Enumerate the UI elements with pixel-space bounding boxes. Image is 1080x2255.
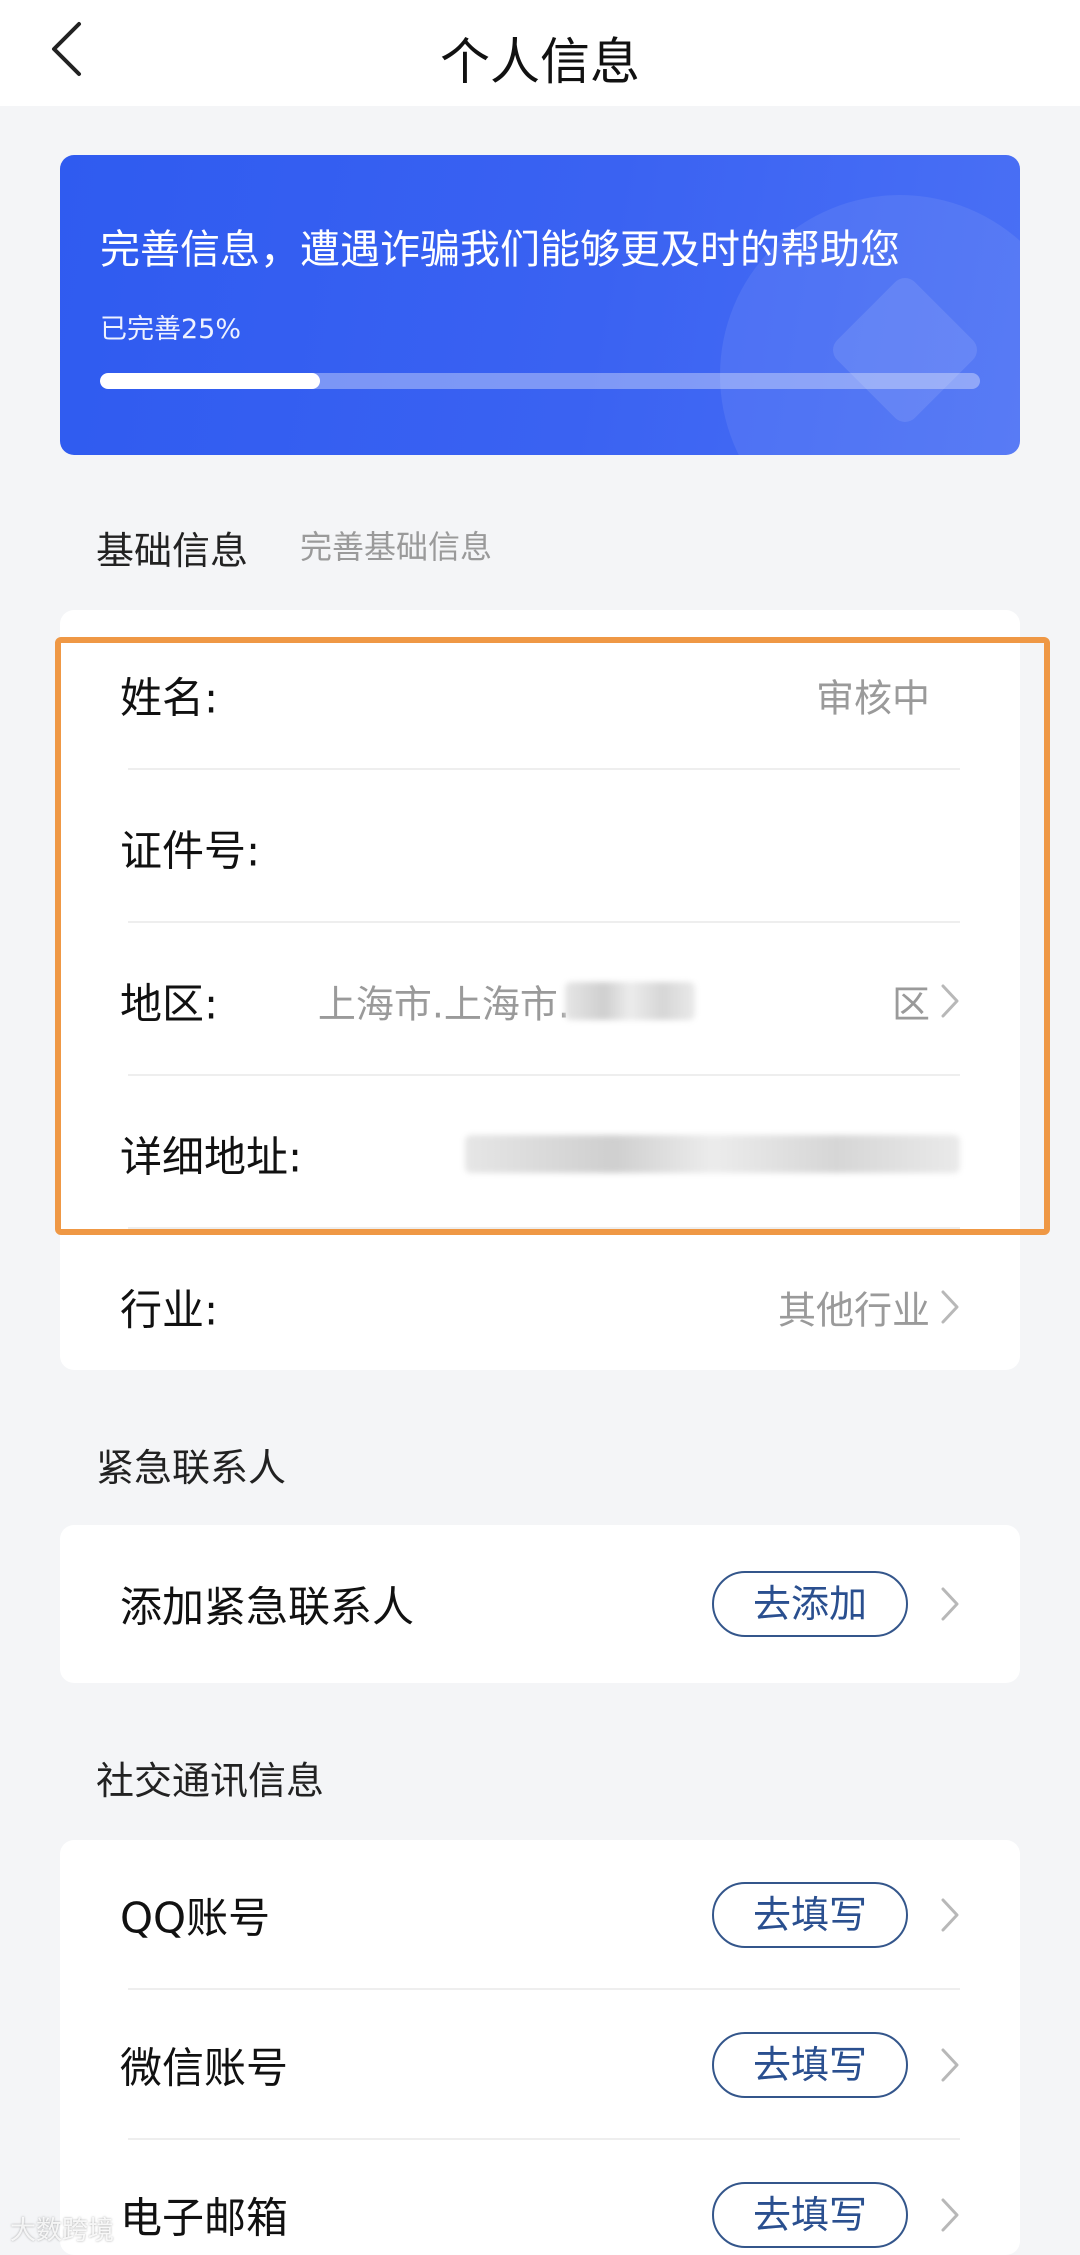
divider [128,1074,960,1076]
chevron-right-icon [938,1584,962,1624]
divider [128,768,960,770]
row-value: 其他行业 [777,1288,930,1333]
row-value-status: 审核中 [815,676,930,721]
basic-info-card: 姓名: 审核中 证件号: 地区: 上海市.上海市. 区 详细地址: 行业: 其他… [60,610,1020,1370]
page-title: 个人信息 [440,33,640,91]
row-label: 微信账号 [120,2043,289,2093]
chevron-right-icon [938,1287,962,1327]
completion-banner: 完善信息，遭遇诈骗我们能够更及时的帮助您 已完善25% [60,155,1020,455]
row-label: 电子邮箱 [120,2193,289,2243]
divider [128,1227,960,1229]
banner-headline: 完善信息，遭遇诈骗我们能够更及时的帮助您 [100,227,900,273]
section-title-basic: 基础信息 [96,529,249,573]
row-qq[interactable]: QQ账号 去填写 [60,1840,1020,1990]
row-id-number[interactable]: 证件号: [60,773,1020,923]
row-label: 地区: [120,979,219,1029]
row-detailed-address[interactable]: 详细地址: [60,1079,1020,1229]
row-label: 证件号: [120,826,261,876]
section-title-social: 社交通讯信息 [96,1759,325,1803]
row-label: 添加紧急联系人 [120,1582,415,1632]
chevron-right-icon [938,2045,962,2085]
row-email[interactable]: 电子邮箱 去填写 [60,2140,1020,2255]
row-wechat[interactable]: 微信账号 去填写 [60,1990,1020,2140]
row-industry[interactable]: 行业: 其他行业 [60,1232,1020,1382]
progress-text: 已完善25% [100,314,242,345]
progress-bar-fill [100,373,320,389]
chevron-right-icon [938,2195,962,2235]
row-label: 姓名: [120,673,219,723]
row-label: QQ账号 [120,1893,271,1943]
row-label: 详细地址: [120,1132,303,1182]
progress-bar [100,373,980,389]
fill-button-wechat[interactable]: 去填写 [712,2032,908,2098]
row-add-emergency-contact[interactable]: 添加紧急联系人 去添加 [60,1529,1020,1679]
chevron-right-icon [938,981,962,1021]
region-value-suffix: 区 [891,982,930,1027]
add-button[interactable]: 去添加 [712,1571,908,1637]
row-name[interactable]: 姓名: 审核中 [60,620,1020,770]
redacted-blur [565,982,695,1020]
watermark: 大数跨境 [10,2216,115,2246]
region-value-prefix: 上海市.上海市. [317,982,570,1027]
fill-button-email[interactable]: 去填写 [712,2182,908,2248]
section-subtitle-basic: 完善基础信息 [300,528,493,566]
divider [128,921,960,923]
top-nav-bar: 个人信息 [0,0,1080,106]
chevron-right-icon [938,1895,962,1935]
redacted-blur [465,1135,960,1173]
section-title-emergency: 紧急联系人 [96,1446,287,1490]
social-info-card: QQ账号 去填写 微信账号 去填写 电子邮箱 去填写 [60,1840,1020,2255]
row-region[interactable]: 地区: 上海市.上海市. 区 [60,926,1020,1076]
fill-button-qq[interactable]: 去填写 [712,1882,908,1948]
row-label: 行业: [120,1285,219,1335]
emergency-contact-card: 添加紧急联系人 去添加 [60,1525,1020,1683]
